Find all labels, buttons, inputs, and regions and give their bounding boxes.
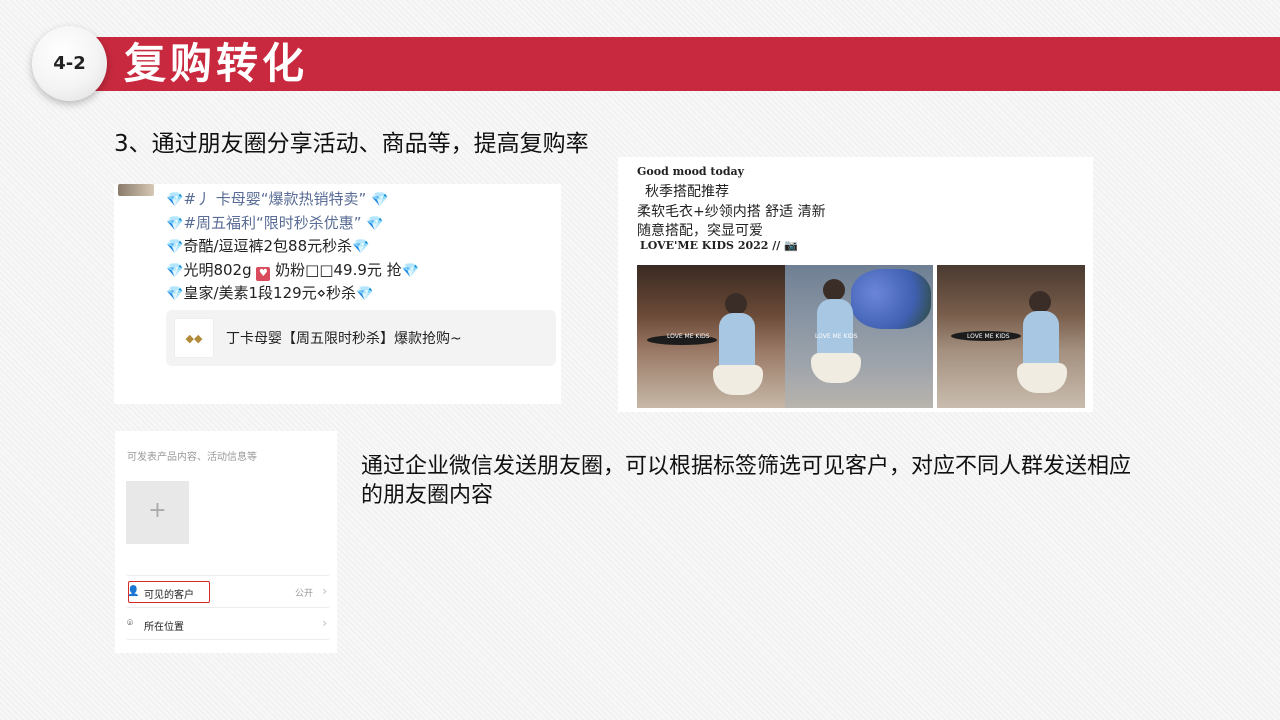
highlight-box (128, 581, 210, 603)
post-line: 秋季搭配推荐 (645, 184, 729, 200)
post-line: 💎光明802g ♥ 奶粉□□49.9元 抢💎 (166, 259, 419, 283)
location-label: 所在位置 (144, 622, 184, 633)
brand-line: LOVE'ME KIDS 2022 // 📷 (640, 239, 798, 252)
post-line: 💎皇家/美素1段129元⋄秒杀💎 (166, 282, 419, 306)
post-line-text: 丿 卡母婴“爆款热销特卖” (196, 190, 367, 208)
subtitle: 3、通过朋友圈分享活动、商品等，提高复购率 (114, 131, 589, 157)
post-photo[interactable]: LOVE ME KIDS (785, 265, 933, 408)
post-line-text: 奇酷/逗逗裤2包88元秒杀 (183, 237, 353, 255)
content-placeholder[interactable]: 可发表产品内容、活动信息等 (127, 448, 257, 463)
post-line-text: 光明802g (183, 260, 252, 279)
hashtag: # (183, 213, 197, 232)
post-heading: Good mood today (637, 165, 745, 178)
page-title: 复购转化 (124, 39, 309, 88)
divider (127, 607, 329, 608)
diamond-icon: 💎 (371, 192, 389, 208)
avatar (118, 184, 154, 196)
diamond-icon: 💎 (401, 262, 420, 279)
post-line-text: 皇家/美素1段129元⋄秒杀 (183, 284, 357, 302)
section-badge: 4-2 (32, 26, 107, 101)
diamond-icon: 💎 (166, 239, 184, 255)
diamond-icon: 💎 (166, 286, 184, 302)
post-text: 💎#丿 卡母婴“爆款热销特卖” 💎 💎#周五福利“限时秒杀优惠” 💎 💎奇酷/逗… (166, 188, 419, 306)
post-line: 随意搭配，突显可爱 (637, 223, 763, 239)
post-photo[interactable]: LOVE ME KIDS (637, 265, 785, 408)
diamond-icon: 💎 (166, 215, 184, 232)
link-title: 丁卡母婴【周五限时秒杀】爆款抢购~ (226, 331, 462, 347)
diamond-icon: 💎 (366, 215, 384, 232)
visibility-value: 公开 (294, 589, 313, 599)
brand-text: LOVE'ME KIDS 2022 // (640, 239, 781, 252)
heart-icon: ♥ (256, 266, 271, 281)
chevron-right-icon: › (322, 616, 327, 630)
chevron-right-icon: › (322, 584, 327, 598)
diamond-icon: 💎 (166, 262, 184, 279)
moments-post-screenshot: 💎#丿 卡母婴“爆款热销特卖” 💎 💎#周五福利“限时秒杀优惠” 💎 💎奇酷/逗… (114, 184, 561, 404)
hashtag: # (183, 190, 197, 208)
photo-post-screenshot: Good mood today 秋季搭配推荐 柔软毛衣+纱领内搭 舒适 清新 随… (618, 157, 1093, 412)
diamond-icon: 💎 (166, 192, 184, 208)
diamond-icon: 💎 (356, 286, 374, 302)
post-line: 柔软毛衣+纱领内搭 舒适 清新 (637, 204, 826, 220)
divider (127, 639, 329, 640)
post-line-text: 周五福利“限时秒杀优惠” (196, 213, 362, 232)
shared-link-card[interactable]: ◆◆ 丁卡母婴【周五限时秒杀】爆款抢购~ (166, 310, 556, 366)
diamond-icon: 💎 (352, 239, 370, 255)
location-pin-icon: ⌾ (127, 618, 133, 629)
camera-icon: 📷 (784, 239, 798, 252)
description-text: 通过企业微信发送朋友圈，可以根据标签筛选可见客户，对应不同人群发送相应的朋友圈内… (361, 454, 1132, 508)
location-row[interactable]: ⌾ 所在位置 › (127, 613, 329, 637)
post-line-text: 奶粉□□49.9元 抢 (275, 260, 402, 279)
plus-icon[interactable]: + (126, 481, 189, 544)
post-line: 💎#丿 卡母婴“爆款热销特卖” 💎 (166, 188, 419, 212)
link-thumbnail: ◆◆ (174, 318, 214, 358)
divider (127, 575, 329, 576)
post-photo[interactable]: LOVE ME KIDS (937, 265, 1085, 408)
post-line: 💎奇酷/逗逗裤2包88元秒杀💎 (166, 235, 419, 259)
post-compose-screenshot: 可发表产品内容、活动信息等 + 👤 可见的客户 公开 › ⌾ 所在位置 › (115, 431, 337, 653)
post-line: 💎#周五福利“限时秒杀优惠” 💎 (166, 212, 419, 236)
